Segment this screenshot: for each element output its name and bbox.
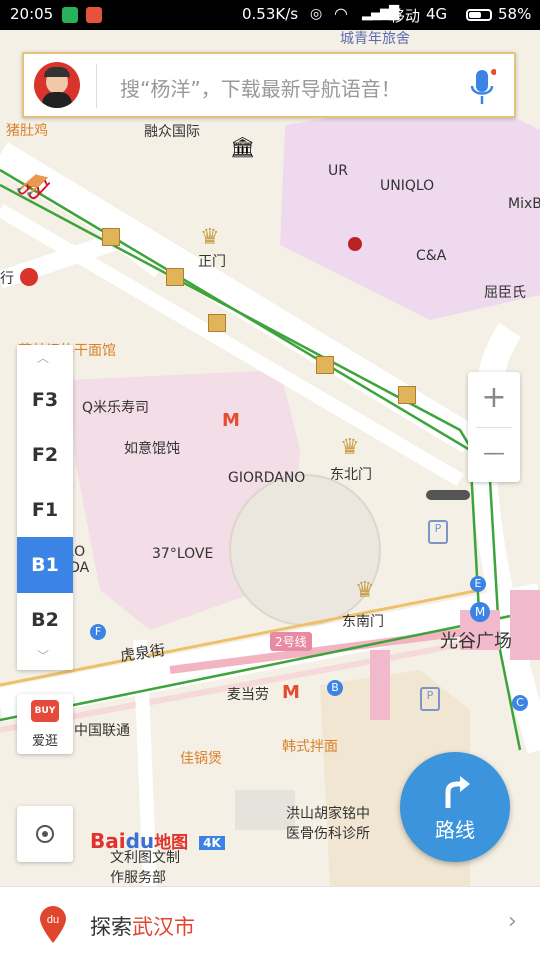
mcdonalds-icon: M — [282, 682, 300, 703]
parking-icon: P — [428, 520, 448, 544]
shopping-bag-icon: BUY — [31, 700, 59, 722]
station-marker-icon — [166, 268, 184, 286]
bank-icon — [20, 268, 38, 286]
floor-b2[interactable]: B2 — [17, 592, 73, 648]
zoom-in-button[interactable]: + — [468, 372, 520, 427]
poi-label[interactable]: 洪山胡家铭中 医骨伤科诊所 — [286, 804, 370, 844]
poi-label[interactable]: 佳锅煲 — [180, 748, 222, 768]
floor-f3[interactable]: F3 — [17, 372, 73, 428]
exit-b-icon: B — [327, 680, 343, 696]
floor-f1[interactable]: F1 — [17, 482, 73, 538]
app-notification-icon — [86, 7, 102, 23]
baidu-map-logo: Baidu地图 4K — [90, 828, 225, 853]
poi-label[interactable]: 37°LOVE — [152, 546, 213, 562]
battery-icon — [466, 9, 492, 21]
status-time: 20:05 — [10, 5, 54, 23]
pink-area — [510, 590, 540, 660]
explore-bar[interactable]: du 探索武汉市 › — [0, 886, 540, 961]
wifi-icon: ◠ — [334, 4, 348, 23]
gate-icon: ♛ — [200, 225, 220, 250]
metro-icon[interactable]: M — [470, 602, 490, 622]
poi-label[interactable]: 光谷广场 — [440, 627, 512, 653]
network-type: 4G — [426, 5, 448, 23]
carrier: 移动 — [390, 7, 421, 25]
route-button[interactable]: 路线 — [400, 752, 510, 862]
zoom-control[interactable]: + — — [468, 372, 520, 482]
building-icon: 🏛 — [230, 135, 256, 159]
mcdonalds-icon: M — [222, 410, 240, 431]
poi-label[interactable]: C&A — [416, 248, 446, 264]
floor-f2[interactable]: F2 — [17, 427, 73, 483]
chevron-down-icon[interactable]: ﹀ — [37, 647, 49, 664]
exit-c-icon: C — [512, 695, 528, 711]
poi-label[interactable]: 东南门 — [342, 611, 384, 631]
exit-f-icon: F — [90, 624, 106, 640]
explore-text[interactable]: 探索武汉市 — [90, 911, 195, 941]
station-marker-icon — [398, 386, 416, 404]
quality-badge: 4K — [199, 835, 225, 850]
du-location-icon: du — [40, 906, 66, 943]
poi-label[interactable]: 麦当劳 — [227, 684, 269, 704]
kfc-icon — [348, 237, 362, 251]
floor-selector[interactable]: ︿ F3 F2 F1 B1 B2 ﹀ — [17, 345, 73, 670]
poi-label[interactable]: 正门 — [198, 251, 226, 271]
poi-label[interactable]: Q米乐寿司 — [82, 397, 149, 417]
paw-icon: du — [125, 829, 155, 853]
status-bar: 20:05 0.53K/s ◎ ◠ ▂▄▆█ 移动 4G 58% — [0, 0, 540, 30]
poi-label[interactable]: GIORDANO — [228, 470, 305, 486]
network-speed: 0.53K/s — [242, 5, 299, 23]
poi-label[interactable]: 城青年旅舍 — [340, 30, 410, 48]
poi-label[interactable]: UR — [328, 163, 348, 179]
exit-e-icon: E — [470, 576, 486, 592]
poi-label[interactable]: 东北门 — [330, 464, 372, 484]
aiguang-button[interactable]: BUY 爱逛 — [17, 694, 73, 754]
station-marker-icon — [102, 228, 120, 246]
gate-icon: ♛ — [340, 435, 360, 460]
metro-line-label: 2号线 — [270, 632, 312, 651]
logo-text: 地图 — [154, 833, 189, 853]
poi-label[interactable]: 如意馄饨 — [124, 438, 180, 458]
route-label: 路线 — [435, 818, 475, 842]
chevron-right-icon[interactable]: › — [508, 909, 517, 934]
search-divider — [96, 64, 97, 108]
voice-avatar[interactable] — [34, 62, 80, 108]
gate-icon: ♛ — [355, 578, 375, 603]
poi-label[interactable]: 屈臣氏 — [484, 282, 526, 302]
poi-label[interactable]: 文利图文制 作服务部 — [110, 848, 180, 886]
search-placeholder[interactable]: 搜“杨洋”，下载最新导航语音！ — [120, 73, 401, 102]
battery-percent: 58% — [498, 5, 532, 23]
chevron-up-icon[interactable]: ︿ — [37, 349, 49, 366]
poi-label[interactable]: 韩式拌面 — [282, 736, 338, 756]
hotspot-icon: ◎ — [310, 6, 323, 22]
explore-prefix: 探索 — [90, 915, 132, 939]
parking-icon: P — [420, 687, 440, 711]
pink-area — [370, 650, 390, 720]
traffic-light-icon — [426, 490, 470, 500]
aiguang-label: 爱逛 — [31, 734, 58, 749]
station-marker-icon — [208, 314, 226, 332]
route-arrow-icon — [445, 776, 470, 808]
du-logo-text: du — [47, 914, 59, 926]
poi-label[interactable]: 中国联通 — [74, 720, 130, 740]
locate-icon — [36, 825, 54, 843]
floor-b1[interactable]: B1 — [17, 537, 73, 593]
microphone-icon[interactable] — [468, 68, 496, 106]
santa-sled-icon[interactable]: 🛷 — [15, 170, 52, 205]
poi-label[interactable]: 猪肚鸡 — [6, 120, 48, 140]
poi-label[interactable]: 行 — [0, 268, 14, 288]
search-bar[interactable]: 搜“杨洋”，下载最新导航语音！ — [22, 52, 516, 118]
explore-city: 武汉市 — [132, 915, 195, 939]
poi-label[interactable]: UNIQLO — [380, 178, 434, 194]
station-marker-icon — [316, 356, 334, 374]
shield-icon — [62, 7, 78, 23]
poi-label[interactable]: MixB — [508, 196, 540, 212]
poi-label[interactable]: 融众国际 — [144, 121, 200, 141]
logo-text: Bai — [90, 829, 126, 853]
zoom-out-button[interactable]: — — [468, 428, 520, 482]
locate-button[interactable] — [17, 806, 73, 862]
